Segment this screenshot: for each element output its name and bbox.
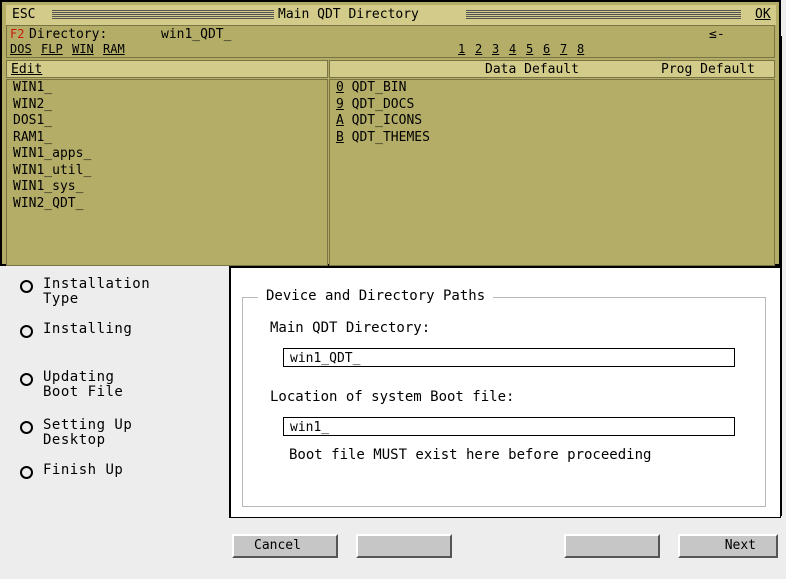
slot-4[interactable]: 4 — [509, 42, 516, 56]
device-win[interactable]: WIN — [72, 42, 94, 56]
main-dir-label: Main QDT Directory: — [270, 320, 431, 336]
blank-button[interactable] — [564, 534, 660, 558]
step-radio-icon — [20, 466, 33, 479]
step-label: Installing — [43, 321, 133, 337]
title-stripes — [52, 9, 274, 20]
slot-8[interactable]: 8 — [577, 42, 584, 56]
step-radio-icon — [20, 421, 33, 434]
defaults-header: Data Default Prog Default — [329, 60, 775, 78]
f2-key[interactable]: F2 — [10, 27, 24, 41]
slot-3[interactable]: 3 — [492, 42, 499, 56]
dialog-title: Main QDT Directory — [278, 7, 419, 22]
title-bar: ESC Main QDT Directory OK — [6, 5, 776, 25]
directory-label: Directory: — [29, 27, 108, 42]
edit-header[interactable]: Edit — [6, 60, 328, 78]
list-item[interactable]: WIN2_QDT_ — [7, 196, 327, 213]
device-list: WIN1_ WIN2_ DOS1_ RAM1_ WIN1_apps_ WIN1_… — [6, 79, 328, 266]
list-item[interactable]: B QDT_THEMES — [330, 130, 774, 147]
list-item[interactable]: 9 QDT_DOCS — [330, 97, 774, 114]
item-key: B — [336, 129, 344, 145]
directory-info-bar: F2 Directory: win1_QDT_ ≤- DOS FLP WIN R… — [6, 25, 775, 58]
step-label: Setting Up Desktop — [43, 417, 133, 448]
list-item[interactable]: WIN1_util_ — [7, 163, 327, 180]
step-label: Finish Up — [43, 462, 124, 478]
step-installing: Installing — [20, 322, 193, 338]
item-key: 9 — [336, 96, 344, 112]
edit-label: Edit — [11, 62, 43, 77]
esc-button[interactable]: ESC — [12, 7, 35, 22]
data-default-button[interactable]: Data Default — [485, 62, 579, 77]
list-item[interactable]: WIN1_sys_ — [7, 179, 327, 196]
list-item[interactable]: DOS1_ — [7, 113, 327, 130]
list-item[interactable]: RAM1_ — [7, 130, 327, 147]
cancel-button[interactable]: Cancel — [232, 534, 338, 558]
qdt-directory-dialog: ESC Main QDT Directory OK F2 Directory: … — [0, 0, 781, 266]
ok-button[interactable]: OK — [755, 7, 771, 22]
device-dos[interactable]: DOS — [10, 42, 32, 56]
group-title: Device and Directory Paths — [258, 288, 494, 304]
main-dir-input[interactable]: win1_QDT_ — [283, 348, 735, 367]
title-stripes — [466, 9, 741, 20]
boot-location-label: Location of system Boot file: — [270, 389, 515, 405]
step-radio-icon — [20, 325, 33, 338]
step-radio-icon — [20, 373, 33, 386]
blank-button[interactable] — [356, 534, 452, 558]
step-finish-up: Finish Up — [20, 463, 193, 479]
next-button[interactable]: Next — [678, 534, 778, 558]
item-key: 0 — [336, 80, 344, 95]
list-item[interactable]: WIN1_ — [7, 80, 327, 97]
boot-note: Boot file MUST exist here before proceed… — [289, 447, 652, 463]
step-radio-icon — [20, 280, 33, 293]
slot-5[interactable]: 5 — [526, 42, 533, 56]
list-item[interactable]: WIN1_apps_ — [7, 146, 327, 163]
item-label: QDT_ICONS — [351, 113, 423, 128]
step-setting-up-desktop: Setting Up Desktop — [20, 418, 193, 448]
step-updating-boot-file: Updating Boot File — [20, 370, 193, 400]
item-key: A — [336, 113, 344, 128]
step-label: Updating Boot File — [43, 369, 124, 400]
device-flp[interactable]: FLP — [41, 42, 63, 56]
list-item[interactable]: 0 QDT_BIN — [330, 80, 774, 97]
boot-location-input[interactable]: win1_ — [283, 417, 735, 436]
slot-6[interactable]: 6 — [543, 42, 550, 56]
item-label: QDT_THEMES — [351, 129, 430, 145]
step-label: Installation Type — [43, 276, 151, 307]
item-label: QDT_BIN — [351, 80, 407, 95]
slot-1[interactable]: 1 — [458, 42, 465, 56]
directory-list: 0 QDT_BIN 9 QDT_DOCS A QDT_ICONS B QDT_T… — [329, 79, 775, 266]
step-installation-type: Installation Type — [20, 277, 193, 307]
device-ram[interactable]: RAM — [103, 42, 125, 56]
list-item[interactable]: WIN2_ — [7, 97, 327, 114]
prog-default-button[interactable]: Prog Default — [661, 62, 755, 77]
parent-dir-button[interactable]: ≤- — [709, 27, 725, 42]
list-item[interactable]: A QDT_ICONS — [330, 113, 774, 130]
slot-2[interactable]: 2 — [475, 42, 482, 56]
slot-7[interactable]: 7 — [560, 42, 567, 56]
item-label: QDT_DOCS — [351, 96, 415, 112]
directory-value: win1_QDT_ — [161, 27, 232, 42]
